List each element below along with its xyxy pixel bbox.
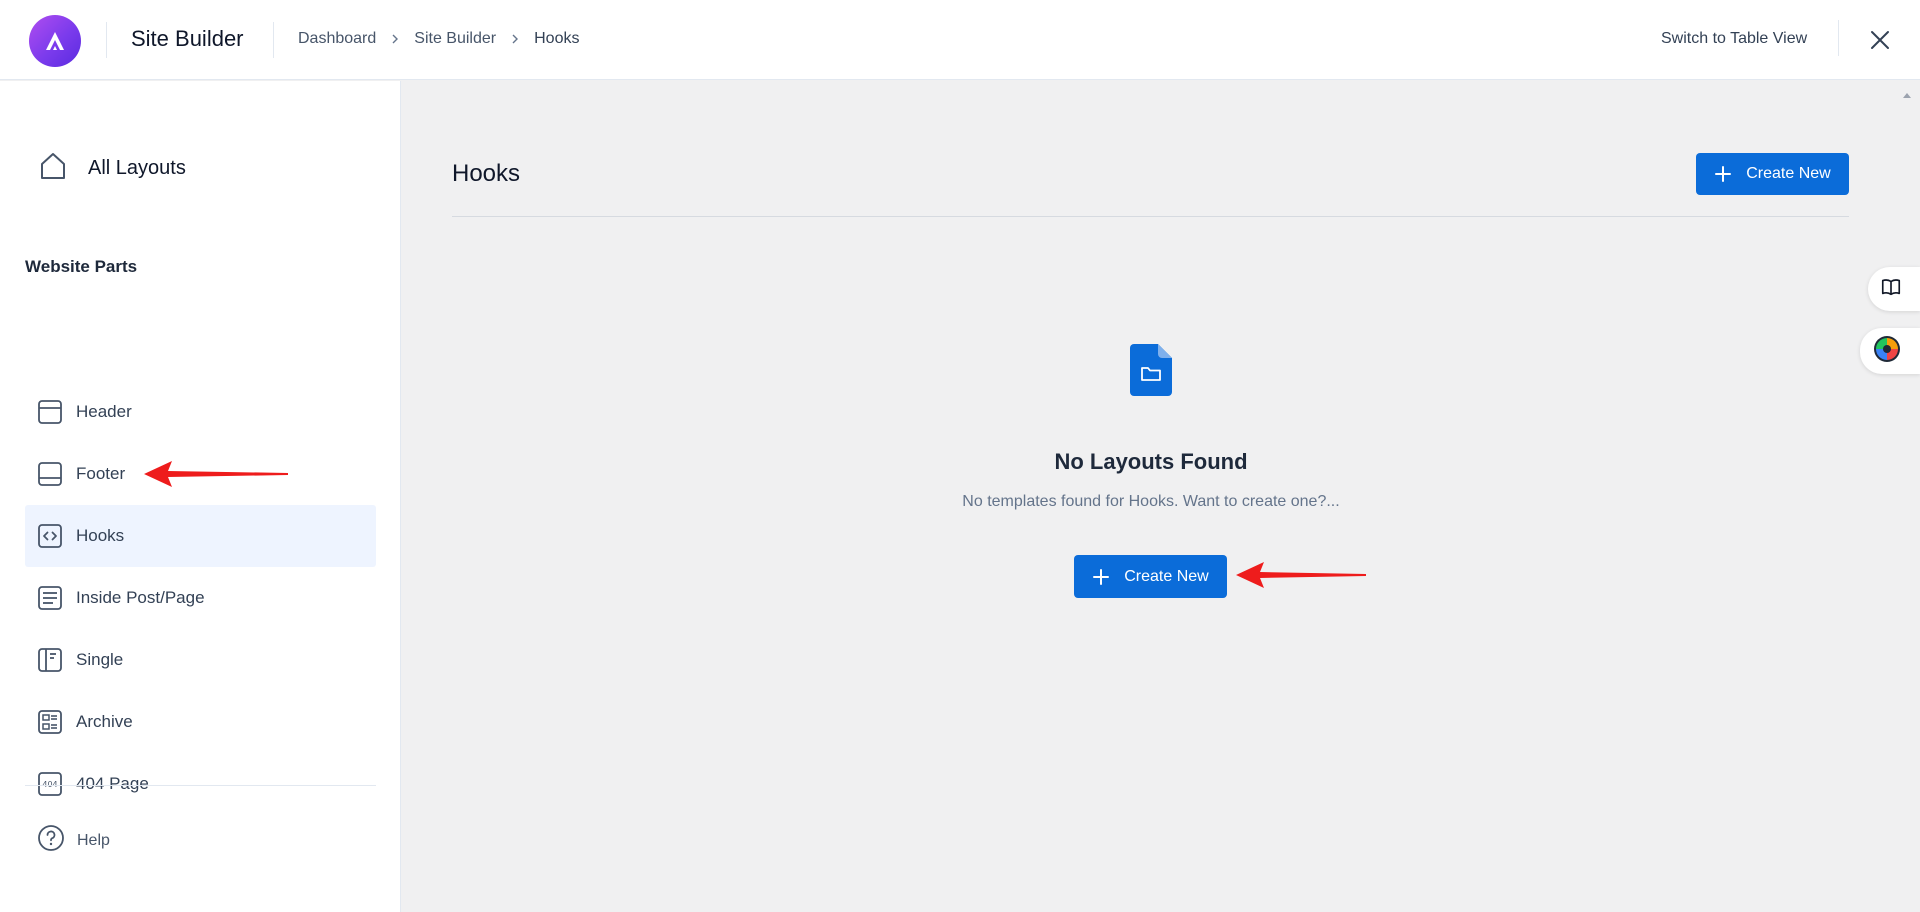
- sidebar-item-label: Hooks: [76, 526, 125, 545]
- sidebar: All Layouts Website Parts Header Footer …: [0, 81, 401, 912]
- breadcrumb-hooks: Hooks: [534, 30, 580, 47]
- help-label: Help: [77, 831, 110, 849]
- empty-state-title: No Layouts Found: [1054, 449, 1248, 474]
- sidebar-item-inside-post-page[interactable]: Inside Post/Page: [25, 567, 376, 629]
- scroll-up-icon[interactable]: [1902, 86, 1912, 98]
- footer-layout-icon: [37, 461, 63, 487]
- archive-layout-icon: [37, 709, 63, 735]
- docs-button[interactable]: [1868, 267, 1920, 311]
- page-title: Hooks: [452, 160, 521, 187]
- file-folder-icon: [1130, 344, 1172, 396]
- header-divider: [1838, 20, 1839, 56]
- app-title: Site Builder: [131, 26, 244, 51]
- sidebar-item-label: Header: [76, 402, 132, 421]
- sidebar-item-single[interactable]: Single: [25, 629, 376, 691]
- sidebar-item-footer[interactable]: Footer: [25, 443, 376, 505]
- website-parts-nav: Header Footer Hooks Inside Post/Page Sin…: [25, 381, 376, 815]
- section-title: Website Parts: [25, 257, 138, 276]
- sidebar-item-404-page[interactable]: 404 404 Page: [25, 753, 376, 815]
- plus-icon: [1714, 165, 1732, 183]
- ai-assistant-button[interactable]: [1860, 328, 1920, 374]
- all-layouts-link[interactable]: All Layouts: [38, 151, 186, 186]
- create-new-button[interactable]: Create New: [1696, 153, 1849, 195]
- header-divider: [106, 22, 107, 58]
- home-icon: [38, 151, 68, 186]
- code-icon: [37, 523, 63, 549]
- header-divider: [273, 22, 274, 58]
- breadcrumb-site-builder[interactable]: Site Builder: [414, 30, 496, 48]
- sidebar-item-header[interactable]: Header: [25, 381, 376, 443]
- sidebar-item-label: 404 Page: [76, 774, 149, 793]
- help-link[interactable]: Help: [37, 824, 110, 857]
- sidebar-item-archive[interactable]: Archive: [25, 691, 376, 753]
- sidebar-divider: [25, 785, 376, 786]
- breadcrumb: Dashboard Site Builder Hooks: [298, 30, 579, 48]
- header-layout-icon: [37, 399, 63, 425]
- switch-to-table-view-link[interactable]: Switch to Table View: [1661, 30, 1807, 48]
- all-layouts-label: All Layouts: [88, 157, 186, 179]
- close-icon[interactable]: [1866, 26, 1894, 54]
- book-open-icon: [1880, 276, 1902, 303]
- 404-page-icon: 404: [37, 771, 63, 797]
- empty-state-description: No templates found for Hooks. Want to cr…: [962, 493, 1340, 510]
- astra-logo-icon[interactable]: [29, 15, 81, 67]
- sidebar-item-hooks[interactable]: Hooks: [25, 505, 376, 567]
- empty-state-create-new-button[interactable]: Create New: [1074, 555, 1227, 598]
- sidebar-item-label: Single: [76, 650, 124, 669]
- help-icon: [37, 824, 65, 857]
- sidebar-item-label: Archive: [76, 712, 133, 731]
- plus-icon: [1092, 568, 1110, 586]
- chevron-right-icon: [390, 34, 400, 44]
- sidebar-item-label: Footer: [76, 464, 126, 483]
- annotation-arrow-create: [1236, 562, 1366, 588]
- main-divider: [452, 216, 1849, 217]
- sidebar-item-label: Inside Post/Page: [76, 588, 205, 607]
- create-new-label: Create New: [1124, 567, 1209, 585]
- create-new-label: Create New: [1746, 165, 1831, 182]
- top-bar: Site Builder Dashboard Site Builder Hook…: [0, 0, 1920, 80]
- inside-post-icon: [37, 585, 63, 611]
- single-layout-icon: [37, 647, 63, 673]
- chevron-right-icon: [510, 34, 520, 44]
- breadcrumb-dashboard[interactable]: Dashboard: [298, 30, 376, 48]
- ai-assistant-icon: [1872, 334, 1902, 369]
